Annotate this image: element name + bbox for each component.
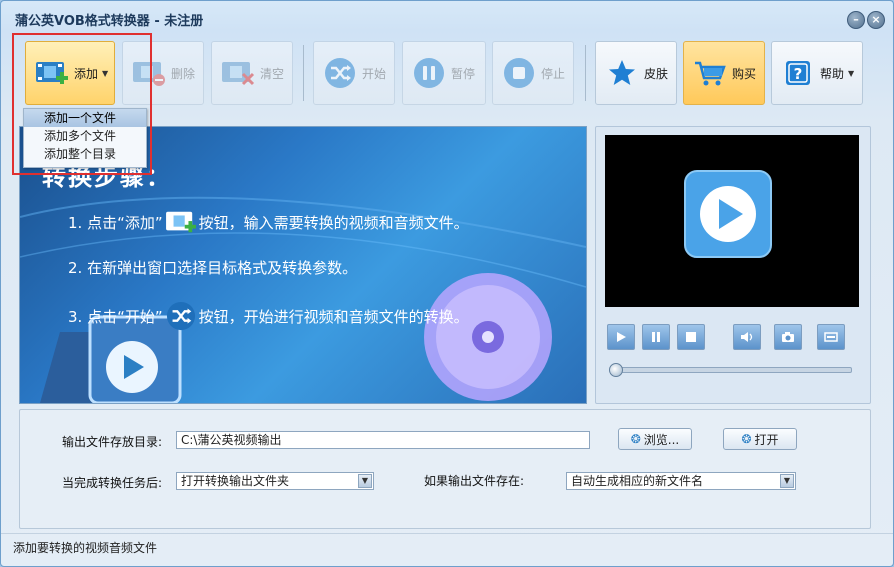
after-done-value: 打开转换输出文件夹: [181, 474, 290, 488]
volume-icon: [741, 332, 753, 342]
close-button[interactable]: ×: [867, 11, 885, 29]
preview-panel: [595, 126, 871, 404]
film-add-icon: [163, 207, 199, 237]
if-exists-label: 如果输出文件存在:: [424, 474, 525, 488]
svg-text:?: ?: [794, 65, 803, 83]
start-label: 开始: [362, 66, 387, 81]
play-icon: [617, 332, 626, 342]
menu-item-add-directory[interactable]: 添加整个目录: [24, 145, 146, 163]
chevron-down-icon: ▼: [848, 68, 855, 78]
step-2: 2. 在新弹出窗口选择目标格式及转换参数。: [68, 257, 357, 278]
if-exists-select[interactable]: 自动生成相应的新文件名 ▼: [566, 472, 796, 490]
skin-button[interactable]: 皮肤: [595, 41, 677, 105]
fullscreen-button[interactable]: [817, 324, 845, 350]
help-icon: ?: [780, 55, 816, 91]
step-1-text-a: 1. 点击“添加”: [68, 213, 163, 232]
step-1: 1. 点击“添加” 按钮，输入需要转换的视频和音频文件。: [68, 207, 469, 237]
chevron-down-icon[interactable]: ▼: [780, 474, 794, 488]
stop-icon: [686, 332, 696, 342]
status-divider: [1, 533, 893, 534]
browse-label: 浏览...: [643, 432, 680, 447]
shuffle-icon: [163, 301, 199, 331]
buy-button[interactable]: 购买: [683, 41, 765, 105]
stop-icon: [501, 55, 537, 91]
settings-panel: 输出文件存放目录: C:\蒲公英视频输出 ❂ 浏览... ❂ 打开 当完成转换任…: [19, 409, 871, 529]
help-button[interactable]: ? 帮助 ▼: [771, 41, 863, 105]
after-done-label: 当完成转换任务后:: [62, 476, 163, 490]
shuffle-icon: [322, 55, 358, 91]
toolbar-divider: [303, 45, 304, 101]
pause-icon: [652, 332, 660, 342]
app-window: 蒲公英VOB格式转换器 - 未注册 – × 添加 ▼ 删除 清空 开始 暂停 停…: [0, 0, 894, 567]
output-dir-label: 输出文件存放目录:: [62, 435, 163, 449]
volume-button[interactable]: [733, 324, 761, 350]
delete-label: 删除: [171, 66, 196, 81]
slider-knob[interactable]: [609, 363, 623, 377]
browse-icon: ❂: [630, 432, 641, 446]
status-bar-text: 添加要转换的视频音频文件: [13, 541, 158, 555]
title-bar: 蒲公英VOB格式转换器 - 未注册 – ×: [1, 1, 893, 35]
if-exists-value: 自动生成相应的新文件名: [571, 474, 704, 488]
pause-icon: [411, 55, 447, 91]
film-add-icon: [34, 55, 70, 91]
film-clear-icon: [220, 55, 256, 91]
snapshot-icon: [782, 332, 794, 342]
stop-label: 停止: [541, 66, 566, 81]
step-1-text-b: 按钮，输入需要转换的视频和音频文件。: [198, 213, 469, 232]
toolbar-divider: [585, 45, 586, 101]
chevron-down-icon[interactable]: ▼: [358, 474, 372, 488]
player-stop-button[interactable]: [677, 324, 705, 350]
clear-button[interactable]: 清空: [211, 41, 293, 105]
buy-label: 购买: [732, 66, 757, 81]
skin-label: 皮肤: [644, 66, 669, 81]
minimize-button[interactable]: –: [847, 11, 865, 29]
star-icon: [604, 55, 640, 91]
clear-label: 清空: [260, 66, 285, 81]
browse-button[interactable]: ❂ 浏览...: [618, 428, 692, 450]
add-label: 添加: [74, 66, 99, 81]
window-title: 蒲公英VOB格式转换器 - 未注册: [15, 14, 204, 29]
film-delete-icon: [131, 55, 167, 91]
menu-item-add-multiple-files[interactable]: 添加多个文件: [24, 127, 146, 145]
player-pause-button[interactable]: [642, 324, 670, 350]
add-button[interactable]: 添加 ▼: [25, 41, 115, 105]
play-button[interactable]: [607, 324, 635, 350]
stop-button[interactable]: 停止: [492, 41, 574, 105]
toolbar: 添加 ▼ 删除 清空 开始 暂停 停止 皮肤 购买 ? 帮助 ▼: [1, 37, 893, 109]
after-done-select[interactable]: 打开转换输出文件夹 ▼: [176, 472, 374, 490]
progress-slider[interactable]: [609, 363, 852, 377]
step-3-text-b: 按钮，开始进行视频和音频文件的转换。: [198, 307, 469, 326]
play-logo-icon: [684, 170, 772, 258]
help-label: 帮助: [820, 66, 845, 81]
fullscreen-icon: [824, 332, 838, 342]
menu-item-add-one-file[interactable]: 添加一个文件: [24, 109, 146, 127]
start-button[interactable]: 开始: [313, 41, 395, 105]
open-button[interactable]: ❂ 打开: [723, 428, 797, 450]
step-2-text: 2. 在新弹出窗口选择目标格式及转换参数。: [68, 259, 358, 277]
pause-label: 暂停: [451, 66, 476, 81]
delete-button[interactable]: 删除: [122, 41, 204, 105]
snapshot-button[interactable]: [774, 324, 802, 350]
add-dropdown-menu: 添加一个文件 添加多个文件 添加整个目录: [23, 108, 147, 168]
chevron-down-icon: ▼: [102, 68, 109, 78]
step-3: 3. 点击“开始” 按钮，开始进行视频和音频文件的转换。: [68, 301, 469, 331]
step-3-text-a: 3. 点击“开始”: [68, 307, 163, 326]
output-dir-input[interactable]: C:\蒲公英视频输出: [176, 431, 590, 449]
open-label: 打开: [754, 432, 779, 447]
open-icon: ❂: [741, 432, 752, 446]
cart-icon: [692, 55, 728, 91]
video-screen: [605, 135, 859, 307]
pause-button[interactable]: 暂停: [402, 41, 486, 105]
